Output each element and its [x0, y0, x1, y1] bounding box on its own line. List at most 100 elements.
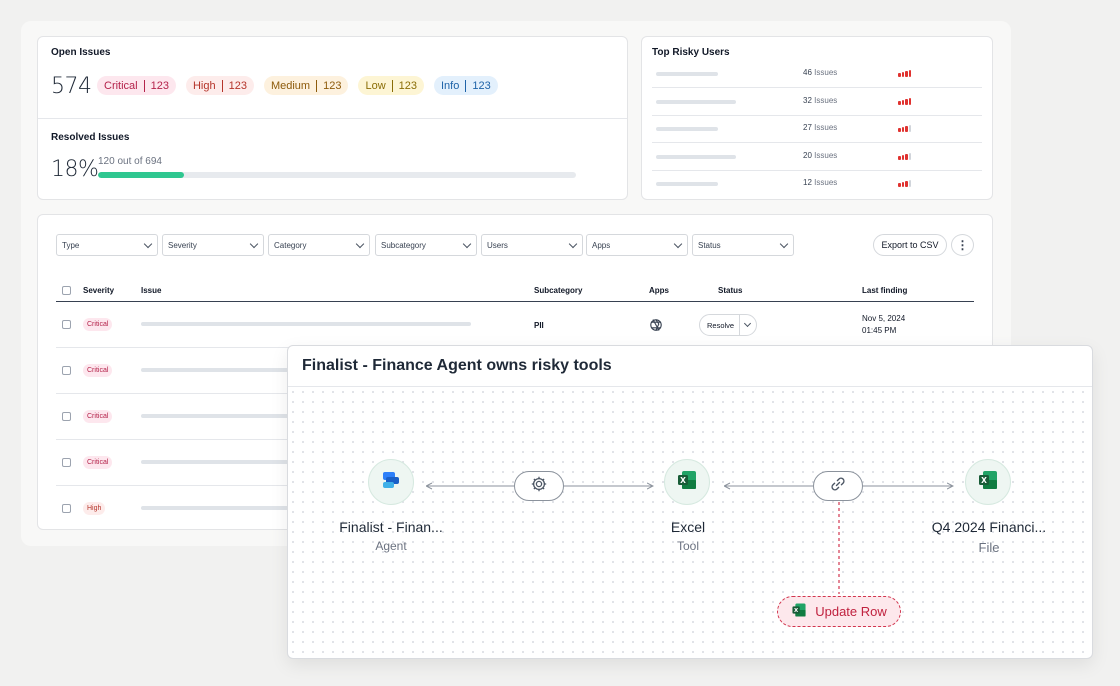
issue-count-value: 32 [803, 95, 812, 105]
filter-label: Type [62, 240, 80, 250]
issue-count-unit: Issues [814, 68, 838, 77]
signal-bar [901, 127, 904, 132]
table-row[interactable]: Critical [56, 302, 974, 348]
filter-dropdown-subcategory[interactable]: Subcategory [375, 234, 477, 256]
row-checkbox[interactable] [62, 412, 71, 421]
more-options-button[interactable]: ⋮ [951, 234, 974, 256]
status-value: Resolve [707, 320, 735, 330]
pill-label: High [192, 79, 216, 92]
signal-bar [901, 99, 904, 105]
status-dropdown[interactable]: Resolve [699, 314, 757, 336]
open-issues-total: 574 [51, 74, 92, 99]
agent-node-subtitle: Agent [375, 539, 407, 553]
select-all-checkbox[interactable] [62, 286, 71, 295]
severity-pill-low[interactable]: Low 123 [358, 76, 424, 95]
section-divider [38, 118, 627, 119]
file-node[interactable]: X [965, 459, 1011, 505]
user-issue-count: 12 Issues [803, 178, 837, 187]
severity-badge: Critical [83, 364, 113, 377]
pill-count: 123 [316, 79, 341, 92]
chevron-down-icon [743, 319, 752, 328]
signal-bar [905, 153, 908, 160]
filter-dropdown-status[interactable]: Status [692, 234, 794, 256]
filter-label: Users [487, 240, 508, 250]
openai-icon [649, 318, 663, 337]
risky-user-row[interactable]: 12 Issues [652, 171, 982, 198]
pill-label: Critical [104, 79, 138, 92]
chevron-down-icon [249, 239, 259, 249]
agent-node[interactable] [368, 459, 414, 505]
chevron-down-icon [779, 239, 789, 249]
severity-pill-critical[interactable]: Critical 123 [97, 76, 176, 95]
pill-label: Info [441, 79, 460, 92]
filter-dropdown-users[interactable]: Users [481, 234, 583, 256]
severity-pill-high[interactable]: High 123 [185, 76, 254, 95]
signal-bar [898, 73, 901, 77]
risk-graph-title: Finalist - Finance Agent owns risky tool… [288, 346, 1092, 387]
row-subcategory: PII [534, 321, 544, 330]
gear-connector[interactable] [514, 471, 564, 501]
excel-icon: X [676, 469, 698, 496]
link-connector[interactable] [813, 471, 863, 501]
last-finding-date: Nov 5, 2024 [862, 314, 906, 323]
chevron-down-icon [568, 239, 578, 249]
severity-pills: Critical 123 High 123 Medium 123 Low 123 Inf… [97, 76, 498, 95]
open-issues-title: Open Issues [51, 47, 111, 58]
risky-user-row[interactable]: 32 Issues [652, 89, 982, 116]
issue-count-value: 12 [803, 178, 812, 187]
column-header-status[interactable]: Status [718, 286, 742, 295]
risky-user-row[interactable]: 46 Issues [652, 61, 982, 88]
signal-bar [908, 152, 911, 160]
filter-label: Apps [592, 240, 611, 250]
row-checkbox[interactable] [62, 504, 71, 513]
top-risky-users-title: Top Risky Users [652, 47, 730, 58]
gear-icon [530, 475, 548, 498]
pill-count: 123 [391, 79, 417, 92]
filter-dropdown-type[interactable]: Type [56, 234, 158, 256]
pill-label: Medium [270, 79, 311, 92]
severity-pill-medium[interactable]: Medium 123 [263, 76, 349, 95]
column-header-issue[interactable]: Issue [141, 286, 161, 295]
risk-signal-icon [898, 70, 911, 77]
filter-dropdown-category[interactable]: Category [268, 234, 370, 256]
column-header-apps[interactable]: Apps [649, 286, 669, 295]
severity-badge: Critical [83, 410, 113, 423]
chevron-down-icon [355, 239, 365, 249]
column-header-subcategory[interactable]: Subcategory [534, 286, 582, 295]
resolved-progress-fill [98, 172, 185, 178]
excel-icon: X [977, 469, 999, 496]
excel-tool-node[interactable]: X [664, 459, 710, 505]
svg-text:X: X [680, 476, 686, 485]
filter-dropdown-severity[interactable]: Severity [162, 234, 264, 256]
update-row-action[interactable]: X Update Row [777, 596, 901, 627]
filter-label: Severity [168, 240, 197, 250]
update-row-label: Update Row [815, 604, 887, 619]
chevron-down-icon [673, 239, 683, 249]
row-checkbox[interactable] [62, 458, 71, 467]
pill-count: 123 [465, 79, 491, 92]
excel-icon: X [791, 602, 807, 621]
filter-dropdown-apps[interactable]: Apps [586, 234, 688, 256]
column-header-severity[interactable]: Severity [83, 286, 114, 295]
export-csv-button[interactable]: Export to CSV [873, 234, 947, 256]
risk-signal-icon [898, 152, 911, 160]
row-checkbox[interactable] [62, 320, 71, 329]
signal-bar [898, 183, 901, 187]
signal-bar [908, 125, 911, 132]
signal-bar [908, 97, 911, 105]
risky-user-row[interactable]: 20 Issues [652, 144, 982, 171]
severity-badge: Critical [83, 456, 113, 469]
signal-bar [898, 100, 901, 105]
severity-pill-info[interactable]: Info 123 [434, 76, 498, 95]
issue-count-unit: Issues [814, 150, 838, 160]
column-header-last-finding[interactable]: Last finding [862, 286, 907, 295]
resolved-issues-title: Resolved Issues [51, 132, 130, 143]
signal-bar [898, 128, 901, 132]
risky-user-row[interactable]: 27 Issues [652, 116, 982, 143]
last-finding-time: 01:45 PM [862, 326, 897, 335]
user-name-placeholder [656, 127, 718, 131]
link-icon [829, 475, 847, 498]
row-checkbox[interactable] [62, 366, 71, 375]
signal-bar [898, 155, 901, 160]
issue-count-value: 20 [803, 150, 812, 160]
